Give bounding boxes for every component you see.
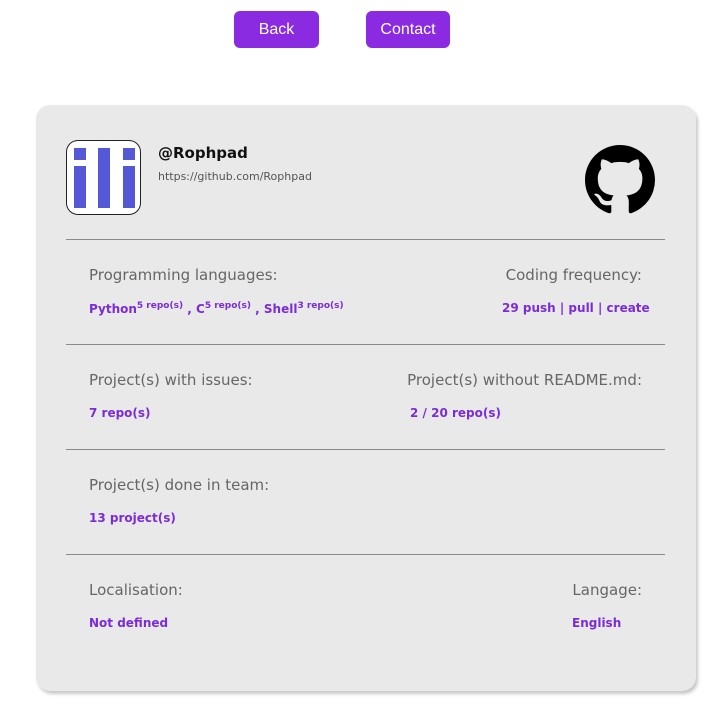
divider xyxy=(66,344,665,345)
languages-label: Programming languages: xyxy=(89,266,278,284)
location-value: Not defined xyxy=(89,616,169,630)
contact-button[interactable]: Contact xyxy=(366,11,450,48)
github-icon[interactable] xyxy=(585,145,655,215)
divider xyxy=(66,554,665,555)
language-shell: Shell xyxy=(263,302,298,316)
readme-value: 2 / 20 repo(s) xyxy=(410,406,501,420)
language-label: Langage: xyxy=(572,581,642,599)
back-button[interactable]: Back xyxy=(234,11,319,48)
language-separator: , xyxy=(255,302,260,316)
location-label: Localisation: xyxy=(89,581,183,599)
frequency-value: 29 push | pull | create xyxy=(502,301,650,315)
profile-url[interactable]: https://github.com/Rophpad xyxy=(158,170,312,183)
frequency-label: Coding frequency: xyxy=(505,266,642,284)
divider xyxy=(66,449,665,450)
language-shell-count: 3 repo(s) xyxy=(297,301,344,311)
language-c-count: 5 repo(s) xyxy=(204,301,251,311)
language-value: English xyxy=(572,616,622,630)
avatar xyxy=(66,140,141,215)
divider xyxy=(66,239,665,240)
language-python: Python xyxy=(89,302,137,316)
language-c: C xyxy=(196,302,205,316)
readme-label: Project(s) without README.md: xyxy=(407,371,642,389)
language-python-count: 5 repo(s) xyxy=(136,301,184,311)
profile-card: @Rophpad https://github.com/Rophpad Prog… xyxy=(36,105,696,691)
languages-value: Python5 repo(s) , C5 repo(s) , Shell3 re… xyxy=(89,301,344,316)
username: @Rophpad xyxy=(158,144,248,162)
language-separator: , xyxy=(187,302,192,316)
team-value: 13 project(s) xyxy=(89,511,176,525)
team-label: Project(s) done in team: xyxy=(89,476,270,494)
issues-label: Project(s) with issues: xyxy=(89,371,253,389)
issues-value: 7 repo(s) xyxy=(89,406,151,420)
